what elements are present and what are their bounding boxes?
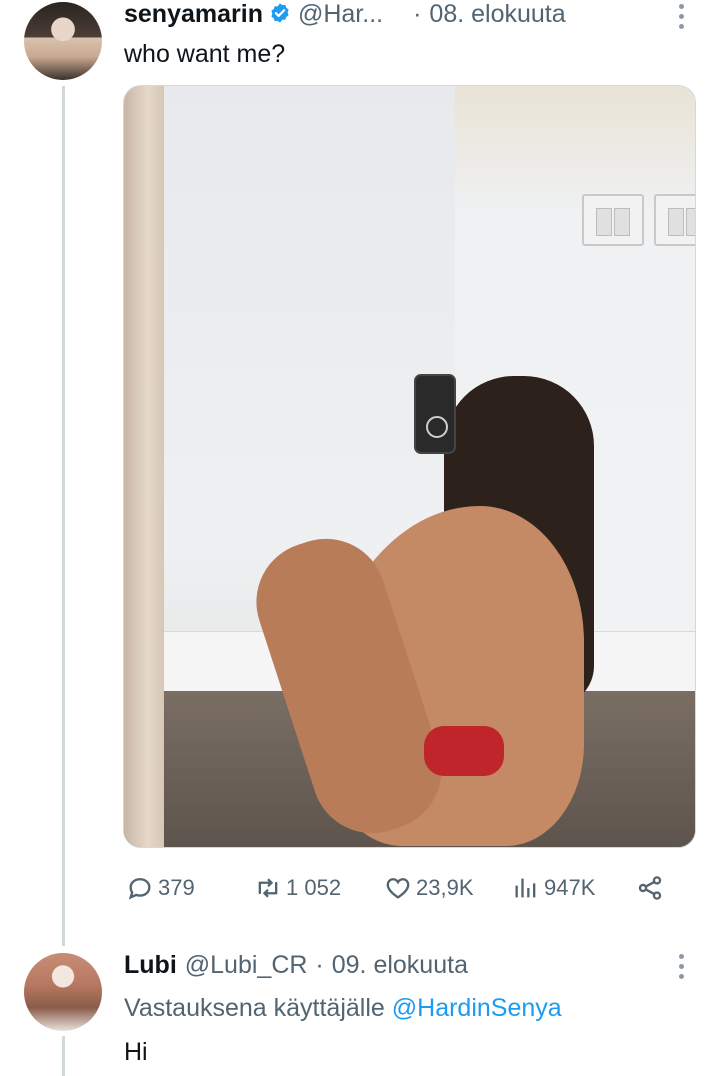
like-button[interactable]: 23,9K	[384, 870, 474, 906]
share-button[interactable]	[636, 870, 664, 906]
author-name[interactable]: senyamarin	[124, 0, 263, 29]
tweet-header: senyamarin @Har... · 08. elokuuta	[124, 0, 566, 29]
reply-author-handle[interactable]: @Lubi_CR	[185, 951, 308, 980]
retweet-icon	[258, 878, 278, 898]
retweet-count: 1 052	[286, 875, 342, 900]
share-icon	[638, 876, 662, 900]
tweet-date[interactable]: 08. elokuuta	[429, 0, 565, 29]
thread-connector	[62, 1036, 65, 1076]
reply-text: Hi	[124, 1038, 148, 1066]
heart-icon	[386, 878, 410, 899]
thread-connector	[62, 86, 65, 946]
reply-author-avatar[interactable]	[24, 953, 102, 1031]
views-button[interactable]: 947K	[512, 870, 595, 906]
like-count: 23,9K	[416, 875, 474, 900]
replying-prefix: Vastauksena käyttäjälle	[124, 994, 385, 1022]
tweet-media-photo[interactable]	[123, 85, 696, 848]
reply-date[interactable]: 09. elokuuta	[332, 951, 468, 980]
more-vertical-icon[interactable]	[676, 4, 686, 29]
tweet-action-bar: 379 1 052 23,9K 947K	[126, 870, 686, 906]
retweet-button[interactable]: 1 052	[254, 870, 341, 906]
author-avatar[interactable]	[24, 2, 102, 80]
separator-dot: ·	[413, 0, 422, 28]
replying-to-mention[interactable]: @HardinSenya	[392, 994, 562, 1022]
replying-to-line: Vastauksena käyttäjälle @HardinSenya	[124, 994, 562, 1023]
reply-icon	[128, 878, 151, 900]
author-handle[interactable]: @Har...	[298, 0, 383, 29]
verified-badge-icon	[271, 3, 289, 23]
view-count: 947K	[544, 875, 596, 900]
separator-dot: ·	[315, 951, 324, 979]
tweet-text: who want me?	[124, 40, 286, 68]
reply-button[interactable]: 379	[126, 870, 195, 906]
more-vertical-icon[interactable]	[676, 954, 686, 979]
reply-author-name[interactable]: Lubi	[124, 951, 177, 980]
reply-header: Lubi @Lubi_CR · 09. elokuuta	[124, 951, 468, 980]
reply-count: 379	[158, 875, 195, 900]
views-icon	[515, 878, 536, 898]
